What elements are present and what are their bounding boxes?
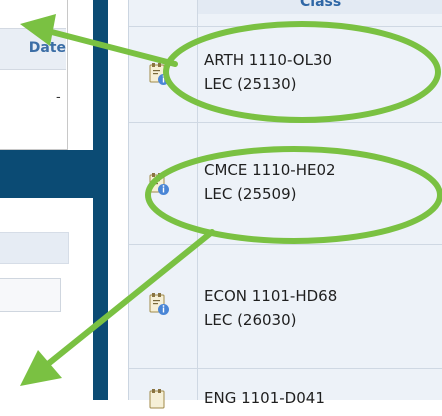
left-panel-top xyxy=(0,0,68,150)
class-section: LEC (25509) xyxy=(204,185,297,203)
row-divider xyxy=(129,244,442,245)
class-row-1[interactable]: ARTH 1110-OL30 LEC (25130) xyxy=(204,48,332,96)
left-panel-field[interactable] xyxy=(0,278,61,312)
class-code[interactable]: CMCE 1110-HE02 xyxy=(204,158,336,182)
class-column-header[interactable]: Class xyxy=(300,0,341,10)
class-detail-icon[interactable] xyxy=(148,388,170,412)
row-divider xyxy=(129,368,442,369)
icon-column-divider xyxy=(197,0,198,400)
class-code[interactable]: ECON 1101-HD68 xyxy=(204,284,337,308)
class-code[interactable]: ENG 1101-D041 xyxy=(204,386,325,410)
class-detail-icon[interactable] xyxy=(148,172,170,196)
date-cell-value: - xyxy=(56,90,61,105)
navy-divider-band xyxy=(0,150,93,198)
class-code[interactable]: ARTH 1110-OL30 xyxy=(204,48,332,72)
class-section: LEC (26030) xyxy=(204,311,297,329)
date-header-label: Date xyxy=(28,40,66,56)
class-section: LEC (25130) xyxy=(204,75,297,93)
row-divider xyxy=(129,122,442,123)
date-column-header: Date xyxy=(0,28,66,70)
navy-vertical-divider xyxy=(93,0,108,400)
class-row-4[interactable]: ENG 1101-D041 xyxy=(204,386,325,410)
row-divider xyxy=(129,26,442,27)
class-row-2[interactable]: CMCE 1110-HE02 LEC (25509) xyxy=(204,158,336,206)
class-detail-icon[interactable] xyxy=(148,62,170,86)
class-row-3[interactable]: ECON 1101-HD68 LEC (26030) xyxy=(204,284,337,332)
left-panel-header-bar xyxy=(0,232,69,264)
class-detail-icon[interactable] xyxy=(148,292,170,316)
